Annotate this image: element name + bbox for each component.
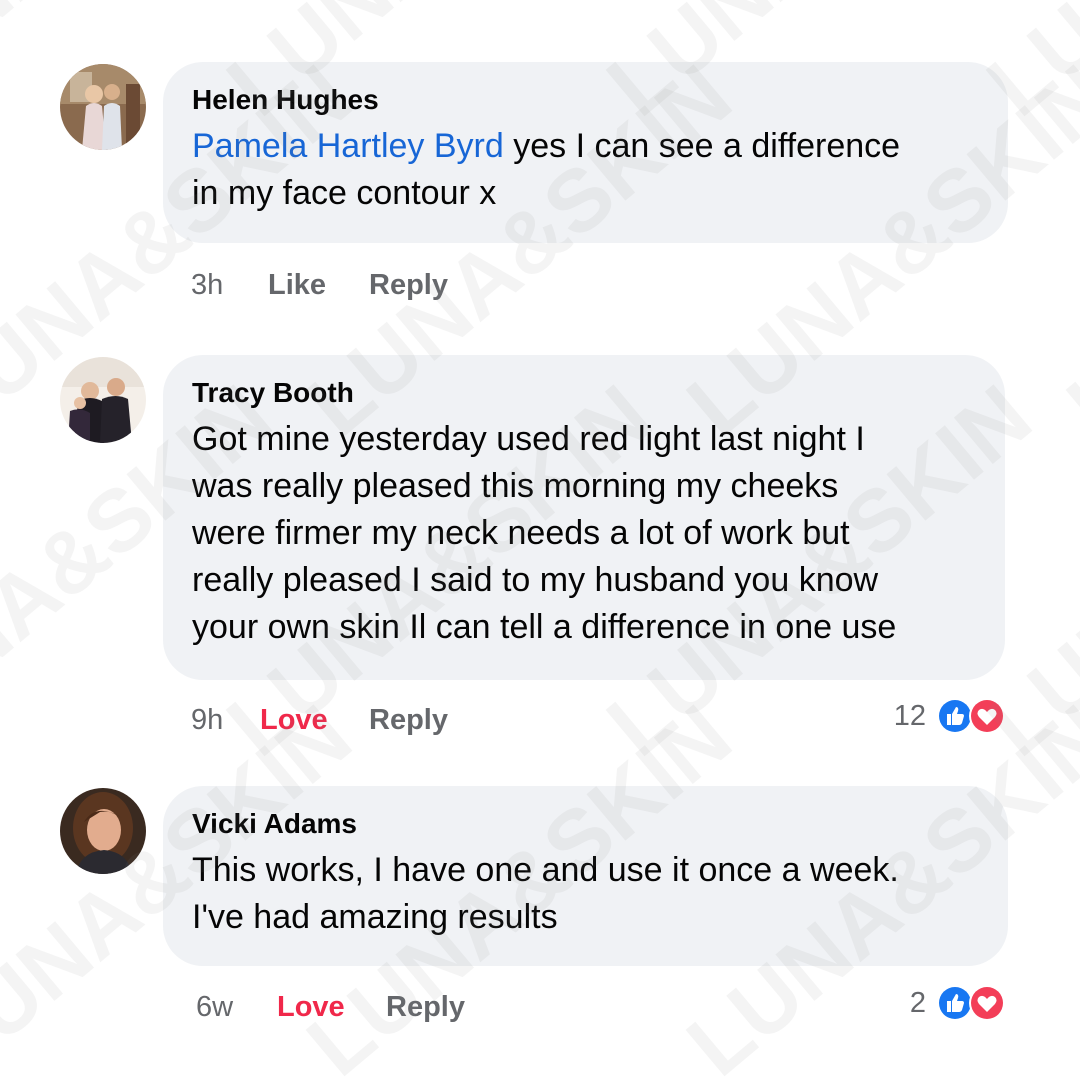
reply-button[interactable]: Reply bbox=[369, 268, 448, 302]
comment-text-line-4: really pleased I said to my husband you … bbox=[192, 561, 879, 599]
comment-author[interactable]: Helen Hughes bbox=[192, 86, 978, 114]
love-button[interactable]: Love bbox=[260, 703, 328, 737]
like-button[interactable]: Like bbox=[268, 268, 326, 302]
comment-text-line-1: yes I can see a difference bbox=[513, 127, 901, 165]
reply-button[interactable]: Reply bbox=[386, 990, 465, 1024]
avatar[interactable] bbox=[60, 357, 146, 443]
heart-icon bbox=[969, 698, 1005, 734]
reaction-summary[interactable]: 12 bbox=[880, 697, 1015, 737]
comment-text: This works, I have one and use it once a… bbox=[192, 847, 978, 941]
comment-timestamp[interactable]: 3h bbox=[191, 268, 223, 302]
comment-text-line-2: I've had amazing results bbox=[192, 898, 558, 936]
love-button[interactable]: Love bbox=[277, 990, 345, 1024]
reaction-count: 12 bbox=[893, 700, 926, 732]
reply-button[interactable]: Reply bbox=[369, 703, 448, 737]
comment-text-line-2: in my face contour x bbox=[192, 174, 497, 212]
comment-text-line-1: This works, I have one and use it once a… bbox=[192, 851, 899, 889]
comment-author[interactable]: Vicki Adams bbox=[192, 810, 978, 838]
comment-bubble: Vicki Adams This works, I have one and u… bbox=[163, 786, 1008, 966]
comment-text: Got mine yesterday used red light last n… bbox=[192, 416, 975, 651]
watermark-text: LUNA&SKIN bbox=[1049, 46, 1080, 455]
comment-timestamp[interactable]: 9h bbox=[191, 703, 223, 737]
reaction-count: 2 bbox=[909, 987, 926, 1019]
comment-bubble: Tracy Booth Got mine yesterday used red … bbox=[163, 355, 1005, 680]
comment-bubble: Helen Hughes Pamela Hartley Byrd yes I c… bbox=[163, 62, 1008, 243]
comment-text-line-5: your own skin Il can tell a difference i… bbox=[192, 608, 897, 646]
avatar[interactable] bbox=[60, 788, 146, 874]
avatar[interactable] bbox=[60, 64, 146, 150]
comment-text-line-1: Got mine yesterday used red light last n… bbox=[192, 420, 865, 458]
reaction-summary[interactable]: 2 bbox=[880, 984, 1015, 1024]
comment-thread: Helen Hughes Pamela Hartley Byrd yes I c… bbox=[0, 0, 1080, 1080]
comment-text-line-2: was really pleased this morning my cheek… bbox=[192, 467, 839, 505]
comment-author[interactable]: Tracy Booth bbox=[192, 379, 975, 407]
comment-timestamp[interactable]: 6w bbox=[196, 990, 233, 1024]
comment-text: Pamela Hartley Byrd yes I can see a diff… bbox=[192, 123, 978, 217]
comment-text-line-3: were firmer my neck needs a lot of work … bbox=[192, 514, 850, 552]
heart-icon bbox=[969, 985, 1005, 1021]
mention-link[interactable]: Pamela Hartley Byrd bbox=[192, 127, 504, 165]
